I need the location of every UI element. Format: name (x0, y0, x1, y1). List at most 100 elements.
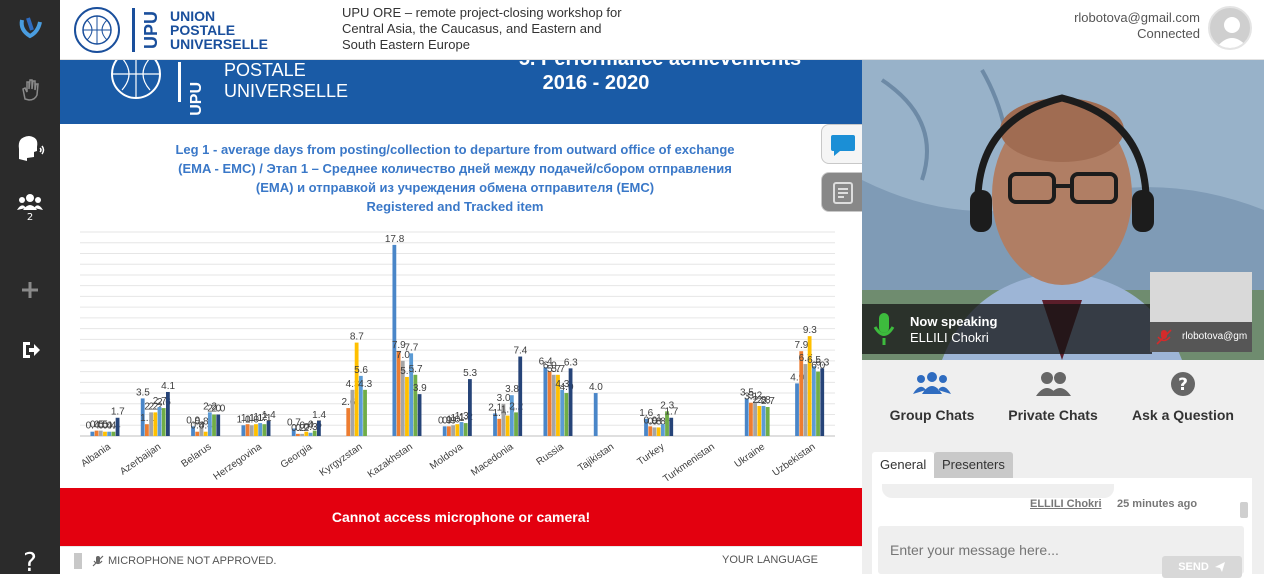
raise-hand-icon[interactable] (0, 68, 60, 112)
data-label: 3.8 (505, 384, 519, 395)
chart-bar (442, 426, 447, 436)
slide-logo-abbr: UPU (188, 82, 205, 116)
category-label: Macedonia (469, 441, 516, 478)
chart-bar (417, 394, 422, 436)
category-label: Georgia (279, 441, 315, 471)
chart-bar (744, 398, 749, 436)
category-label: Tajikistan (576, 441, 616, 474)
tab-presenters[interactable]: Presenters (934, 452, 1013, 478)
bar-chart: 0.40.50.50.40.40.41.7Albania3.51.12.22.2… (79, 231, 835, 485)
participants-count: 2 (26, 212, 34, 223)
chart-title-line4: Registered and Tracked item (366, 199, 544, 214)
user-email: rlobotova@gmail.com (1074, 10, 1200, 25)
data-label: 7.9 (794, 340, 808, 351)
self-video[interactable]: rlobotova@gm (1150, 272, 1252, 352)
chart-bar (560, 389, 565, 436)
chart-bar (317, 420, 321, 436)
exit-icon[interactable] (0, 328, 60, 372)
message-time: 25 minutes ago (1117, 498, 1198, 510)
data-label: 5.6 (354, 365, 368, 376)
self-video-label-bar: rlobotova@gm (1150, 322, 1252, 352)
avatar[interactable] (1208, 6, 1252, 50)
message-author[interactable]: ELLILI Chokri (1030, 498, 1102, 510)
category-label: Moldova (428, 441, 466, 472)
data-label: 4.3 (358, 379, 372, 390)
chart-bar (254, 424, 258, 436)
chart-bar (90, 431, 95, 436)
chart-bar (149, 412, 153, 436)
language-selector[interactable]: YOUR LANGUAGE (722, 554, 818, 566)
chart-bar (757, 405, 762, 436)
chart-bar (505, 415, 510, 436)
chart-bar (543, 367, 548, 436)
chart-bar (312, 430, 317, 436)
add-icon[interactable] (0, 268, 60, 312)
participants-icon[interactable]: 2 (0, 182, 60, 226)
chart-bar (455, 424, 460, 436)
speaker-icon[interactable] (0, 126, 60, 170)
chart-title: Leg 1 - average days from posting/collec… (120, 140, 790, 216)
chat-bubble-icon (831, 135, 855, 156)
data-label: 6.3 (815, 357, 829, 368)
chart-bar (107, 431, 112, 436)
app-logo-icon[interactable] (0, 6, 60, 50)
chart-bar (115, 417, 120, 436)
chart-bar (216, 414, 221, 436)
category-label: Kazakhstan (366, 441, 415, 480)
tab-general[interactable]: General (872, 452, 935, 478)
chart-bar (518, 356, 523, 436)
data-label: 7.7 (404, 342, 418, 353)
private-chats-button[interactable]: Private Chats (993, 370, 1113, 423)
chart-bar (459, 422, 464, 436)
chart-bar (405, 376, 409, 436)
group-chats-button[interactable]: Group Chats (872, 370, 992, 423)
speaker-name: ELLILI Chokri (910, 330, 989, 345)
chart-bar (749, 402, 753, 436)
chart-bar (765, 407, 770, 436)
slide-org-line2: UNIVERSELLE (224, 81, 349, 101)
chart-bar (497, 418, 502, 436)
notes-toggle-button[interactable] (821, 172, 863, 212)
data-label: 3.9 (413, 383, 427, 394)
chart-title-line3: (EMA) и отправкой из учреждения обмена о… (255, 180, 655, 195)
chart-bar (396, 351, 401, 436)
mic-off-icon (92, 555, 104, 567)
category-label: Herzegovina (212, 441, 265, 482)
category-label: Ukraine (733, 441, 768, 470)
category-label: Kyrgyzstan (318, 441, 365, 478)
ask-question-button[interactable]: ? Ask a Question (1123, 370, 1243, 423)
ask-question-label: Ask a Question (1132, 407, 1234, 423)
send-button[interactable]: SEND (1162, 556, 1242, 578)
data-label: 8.7 (350, 332, 364, 343)
category-label: Belarus (179, 441, 213, 469)
data-label: 6.3 (564, 357, 578, 368)
org-name-line2: POSTALE (170, 22, 236, 38)
private-chats-label: Private Chats (1008, 407, 1098, 423)
svg-text:?: ? (1178, 375, 1188, 395)
chart-bar (656, 427, 661, 436)
org-name-line1: UNION (170, 8, 216, 24)
chart-bar (258, 423, 263, 436)
slide-heading-line2: 2016 - 2020 (542, 72, 650, 94)
chart-bar (753, 401, 757, 436)
scrollbar[interactable] (1240, 502, 1248, 518)
category-label: Turkmenistan (661, 441, 717, 485)
chart-bar (300, 433, 304, 436)
chart-bar (103, 431, 107, 436)
data-label: 3.5 (136, 387, 150, 398)
chart-bar (195, 431, 200, 436)
data-label: 7.4 (513, 346, 527, 357)
data-label: 5.7 (409, 364, 423, 375)
chart-bar (212, 414, 216, 436)
chart-bar (308, 432, 313, 436)
chart-bar (207, 412, 212, 436)
chart-bar (648, 426, 653, 436)
question-icon: ? (1171, 372, 1195, 396)
chat-area: Group Chats Private Chats ? Ask a Questi… (862, 360, 1264, 578)
now-speaking-label: Now speaking (910, 314, 998, 329)
chat-toggle-button[interactable] (821, 124, 863, 164)
chart-bar (145, 424, 149, 436)
slide-logo-divider (178, 62, 181, 102)
presentation-slide: UPU POSTALE UNIVERSELLE 5. Performance a… (60, 60, 862, 488)
send-label: SEND (1178, 561, 1209, 573)
